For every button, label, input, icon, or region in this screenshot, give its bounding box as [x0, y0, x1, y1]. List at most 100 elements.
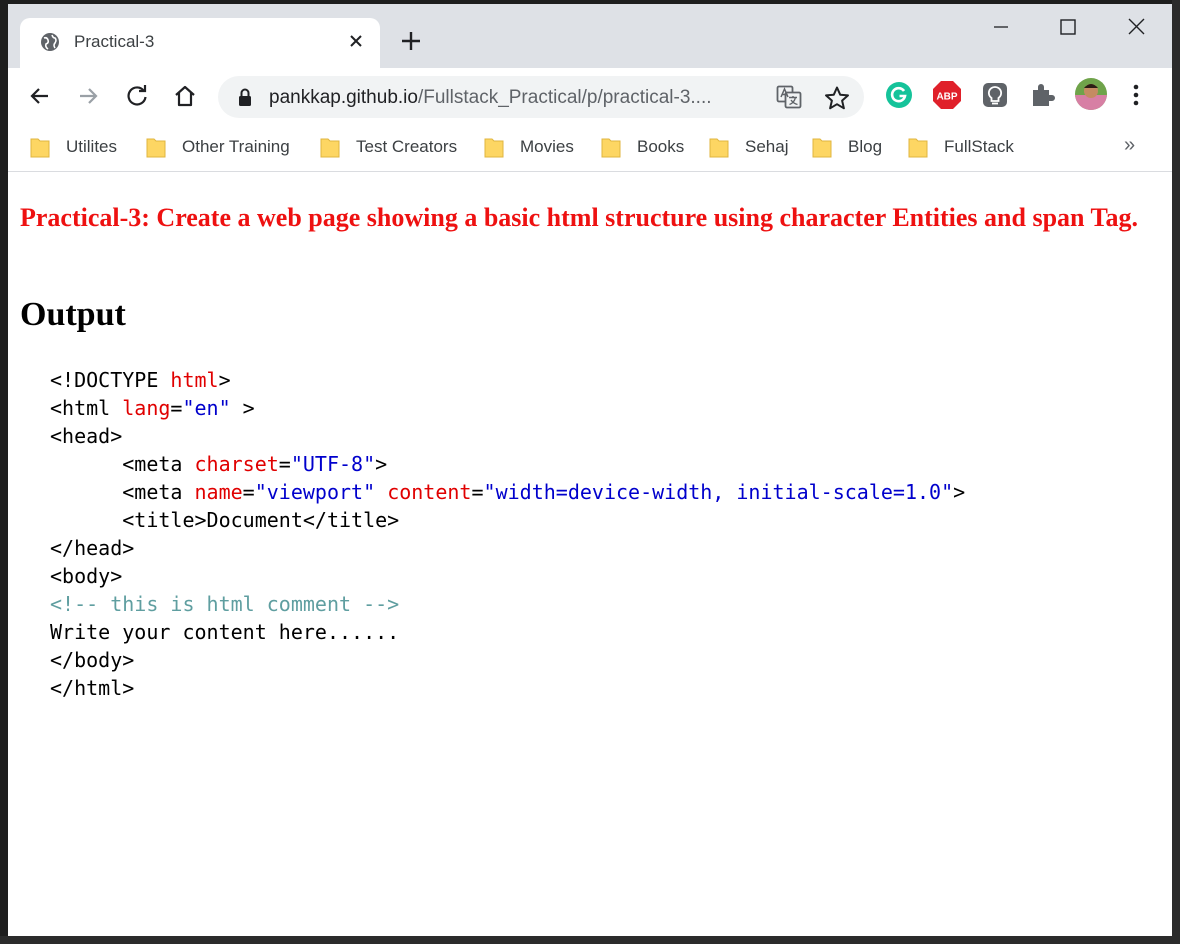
code-text: > — [230, 396, 255, 420]
star-icon[interactable] — [824, 85, 850, 111]
folder-icon — [709, 138, 729, 158]
code-attribute: charset — [194, 452, 279, 476]
code-block: <!DOCTYPE html> <html lang="en" > <head> <… — [50, 366, 965, 702]
bookmark-sehaj[interactable]: Sehaj — [709, 132, 788, 162]
window-close-icon[interactable] — [1113, 14, 1159, 44]
kebab-menu-icon[interactable] — [1124, 80, 1148, 110]
bookmark-label: Movies — [520, 137, 574, 156]
bookmark-label: Utilites — [66, 137, 118, 156]
code-text: <html — [50, 396, 123, 420]
code-text: </html> — [50, 676, 135, 700]
code-line: Write your content here...... — [50, 618, 965, 646]
minimize-icon[interactable] — [978, 14, 1024, 44]
bookmark-label: FullStack — [944, 137, 1014, 156]
code-line: <body> — [50, 562, 965, 590]
lightbulb-extension-icon[interactable] — [980, 80, 1010, 110]
code-text: > — [953, 480, 966, 504]
bookmark-label: Other Training — [182, 137, 290, 156]
code-text: > — [218, 368, 231, 392]
lock-icon[interactable] — [236, 87, 254, 107]
code-text: <body> — [50, 564, 123, 588]
tab-title: Practical-3 — [74, 32, 155, 51]
code-attribute: name — [194, 480, 243, 504]
code-text: <title>Document</title> — [50, 508, 400, 532]
bookmark-utilites[interactable]: Utilites — [30, 132, 117, 162]
code-line: <meta charset="UTF-8"> — [50, 450, 965, 478]
code-line: </head> — [50, 534, 965, 562]
folder-icon — [484, 138, 504, 158]
page-heading: Practical-3: Create a web page showing a… — [20, 203, 1138, 232]
code-line: <head> — [50, 422, 965, 450]
address-bar[interactable]: pankkap.github.io/Fullstack_Practical/p/… — [218, 76, 864, 118]
code-line: </html> — [50, 674, 965, 702]
reload-icon[interactable] — [123, 82, 151, 110]
code-value: "width=device-width, initial-scale=1.0" — [483, 480, 954, 504]
code-line: <html lang="en" > — [50, 394, 965, 422]
url-text[interactable]: pankkap.github.io/Fullstack_Practical/p/… — [269, 87, 712, 109]
folder-icon — [320, 138, 340, 158]
puzzle-extensions-icon[interactable] — [1028, 80, 1058, 110]
code-text: <meta — [50, 480, 195, 504]
bookmarks-overflow-button[interactable]: » — [1124, 134, 1135, 157]
code-line: <!DOCTYPE html> — [50, 366, 965, 394]
code-attribute: lang — [122, 396, 171, 420]
bookmark-test-creators[interactable]: Test Creators — [320, 132, 457, 162]
bookmark-movies[interactable]: Movies — [484, 132, 574, 162]
code-attribute: content — [387, 480, 472, 504]
avatar[interactable] — [1074, 77, 1108, 111]
output-heading: Output — [20, 296, 126, 333]
url-path: /Fullstack_Practical/p/practical-3.... — [417, 87, 712, 108]
desktop-background-bottom — [0, 936, 1180, 944]
active-tab[interactable]: Practical-3 — [20, 18, 380, 68]
bookmark-fullstack[interactable]: FullStack — [908, 132, 1014, 162]
folder-icon — [146, 138, 166, 158]
title-bar: Practical-3 — [8, 4, 1172, 68]
code-text: > — [375, 452, 388, 476]
code-value: "en" — [182, 396, 231, 420]
code-text: <meta — [50, 452, 195, 476]
bookmark-label: Test Creators — [356, 137, 458, 156]
code-text: = — [242, 480, 255, 504]
code-line: <title>Document</title> — [50, 506, 965, 534]
code-text: <head> — [50, 424, 123, 448]
code-text: Write your content here...... — [50, 620, 400, 644]
desktop-background — [1172, 0, 1180, 944]
code-text: = — [278, 452, 291, 476]
back-arrow-icon[interactable] — [26, 82, 54, 110]
code-text: </body> — [50, 648, 135, 672]
code-text: <!DOCTYPE — [50, 368, 171, 392]
bookmark-blog[interactable]: Blog — [812, 132, 882, 162]
code-line: <meta name="viewport" content="width=dev… — [50, 478, 965, 506]
folder-icon — [601, 138, 621, 158]
adblock-plus-icon[interactable]: ABP — [932, 80, 962, 110]
toolbar: pankkap.github.io/Fullstack_Practical/p/… — [8, 68, 1172, 124]
bookmark-books[interactable]: Books — [601, 132, 684, 162]
folder-icon — [908, 138, 928, 158]
code-value: "viewport" — [254, 480, 376, 504]
bookmark-label: Books — [637, 137, 685, 156]
code-text: = — [471, 480, 484, 504]
maximize-icon[interactable] — [1045, 14, 1091, 44]
bookmark-other-training[interactable]: Other Training — [146, 132, 290, 162]
grammarly-icon[interactable] — [884, 80, 914, 110]
code-text: = — [170, 396, 183, 420]
code-keyword: html — [170, 368, 219, 392]
code-comment: <!-- this is html comment --> — [50, 592, 400, 616]
url-host: pankkap.github.io — [269, 87, 418, 108]
code-line: </body> — [50, 646, 965, 674]
plus-icon[interactable] — [400, 30, 422, 52]
forward-arrow-icon[interactable] — [74, 82, 102, 110]
home-icon[interactable] — [171, 82, 199, 110]
bookmark-label: Sehaj — [745, 137, 789, 156]
code-value: "UTF-8" — [290, 452, 376, 476]
translate-icon[interactable] — [776, 85, 802, 109]
browser-window: Practical-3 pankkap.github.io/Fullstack_… — [8, 4, 1172, 936]
close-icon[interactable] — [346, 31, 366, 51]
code-line: <!-- this is html comment --> — [50, 590, 965, 618]
adblock-label: ABP — [936, 92, 957, 103]
folder-icon — [812, 138, 832, 158]
globe-icon — [41, 33, 59, 51]
bookmark-label: Blog — [848, 137, 883, 156]
bookmarks-bar: Utilites Other Training Test Creators Mo… — [8, 124, 1172, 172]
